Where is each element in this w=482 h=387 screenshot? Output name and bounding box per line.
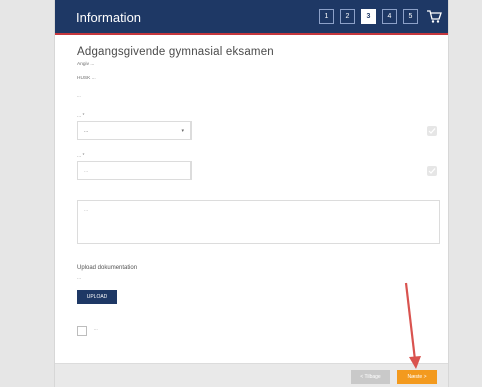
form-title: Adgangsgivende gymnasial eksamen [77,46,274,58]
chevron-down-icon: ▾ [181,128,184,134]
field-divider [191,161,192,180]
textarea-placeholder: ... [84,207,89,213]
next-button[interactable]: Næste > [397,370,437,384]
check-icon [427,166,437,176]
form-description: ... [77,93,81,98]
header-accent-line [55,33,448,35]
form-subtitle: Angiv ... [77,62,95,67]
consent-checkbox[interactable] [77,326,87,336]
cart-icon[interactable] [426,9,442,24]
step-2[interactable]: 2 [340,9,355,24]
input-placeholder: ... [84,167,89,174]
back-button[interactable]: < Tilbage [351,370,390,384]
step-5[interactable]: 5 [403,9,418,24]
select-label: ... * [77,113,85,119]
comment-textarea[interactable]: ... [77,200,440,244]
upload-heading: Upload dokumentation [77,265,138,271]
upload-subtext: ... [77,276,81,281]
exam-type-select[interactable]: ... ▾ [77,121,191,140]
select-value: ... [84,127,89,134]
field-divider [191,121,192,140]
header-bar: Information 1 2 3 4 5 [55,0,448,33]
consent-text: ... [94,326,98,331]
step-indicator: 1 2 3 4 5 [319,9,418,24]
page-title: Information [76,10,142,25]
text-field-label: ... * [77,153,85,159]
step-1[interactable]: 1 [319,9,334,24]
step-3-current[interactable]: 3 [361,9,376,24]
year-input[interactable]: ... [77,161,191,180]
footer-bar: < Tilbage Næste > [55,363,448,387]
form-note: HUSK ... [77,76,96,81]
upload-button[interactable]: UPLOAD [77,290,117,304]
check-icon [427,126,437,136]
main-panel: Information 1 2 3 4 5 Adgangsgivende gym… [54,0,449,387]
step-4[interactable]: 4 [382,9,397,24]
